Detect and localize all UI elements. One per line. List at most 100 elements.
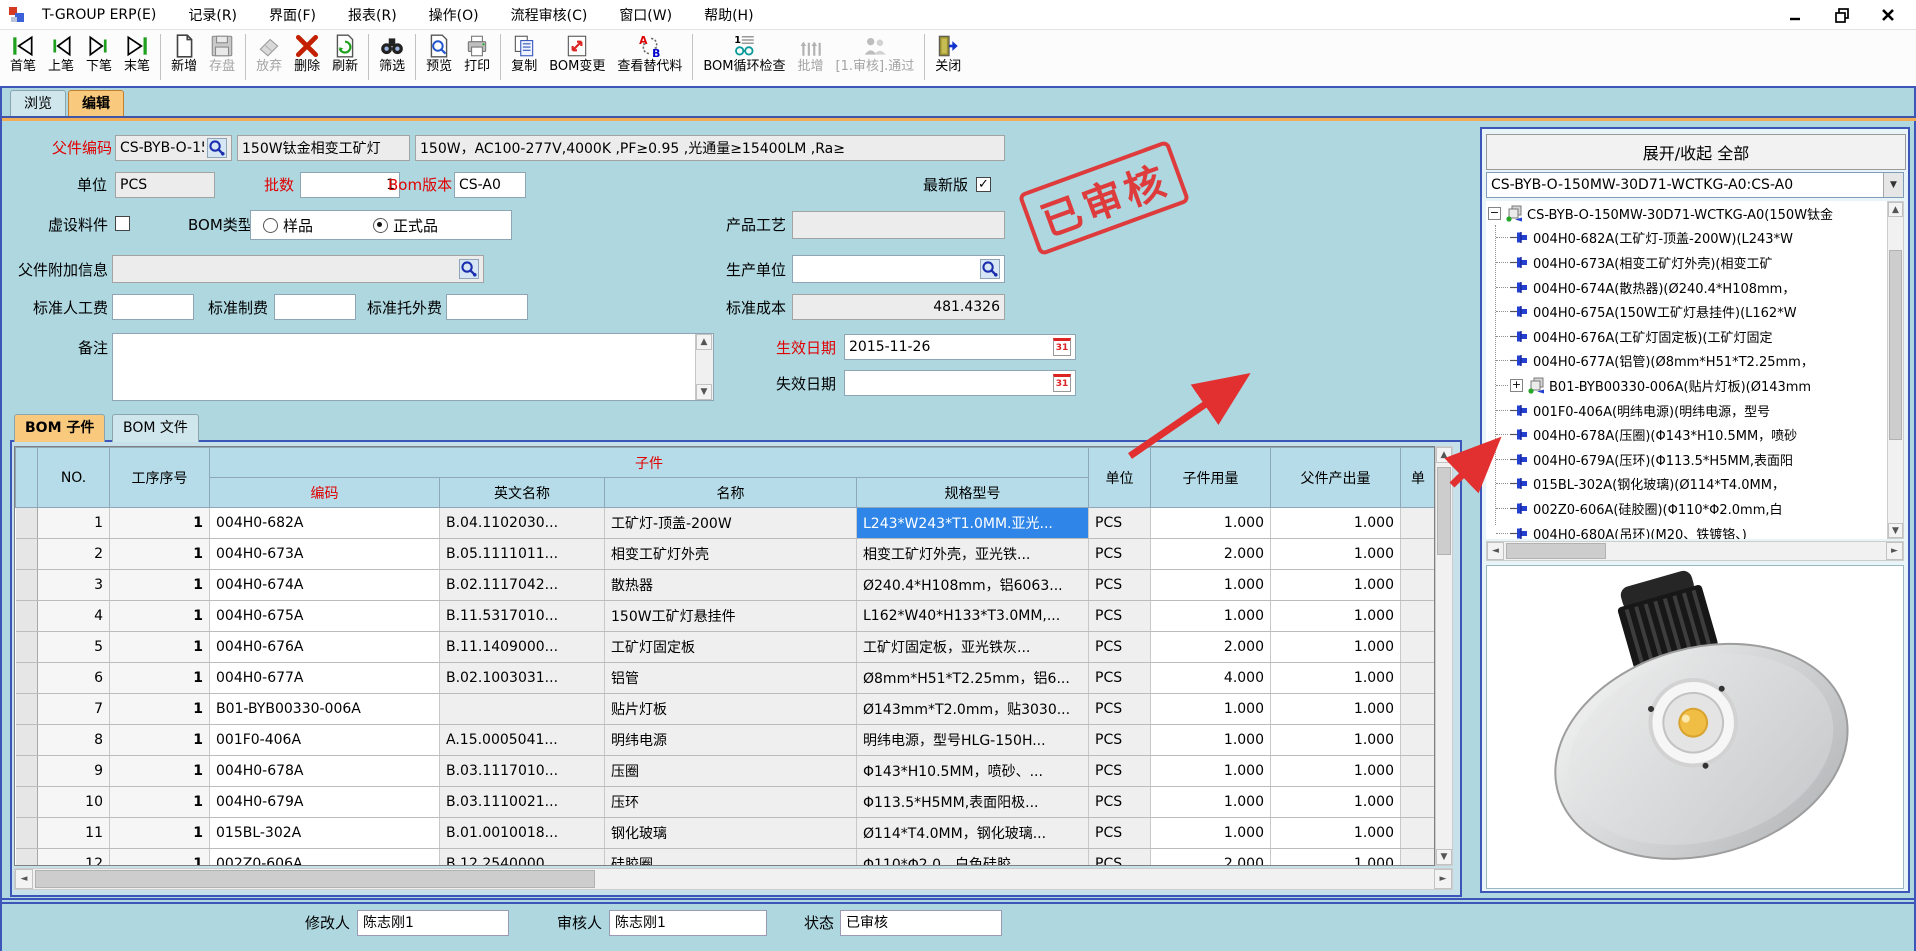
table-row[interactable]: 31004H0-674AB.02.1117042...散热器Ø240.4*H10…	[16, 570, 1436, 601]
table-cell[interactable]: 10	[38, 787, 110, 818]
tree-node[interactable]: −CS-BYB-O-150MW-30D71-WCTKG-A0(150W钛金	[1486, 201, 1886, 226]
tree-node[interactable]: 004H0-682A(工矿灯-顶盖-200W)(L243*W	[1486, 226, 1886, 251]
table-cell[interactable]: 004H0-676A	[210, 632, 440, 663]
table-cell[interactable]: 1	[110, 849, 210, 867]
search-icon[interactable]	[459, 259, 479, 279]
scroll-up-icon[interactable]: ▲	[1888, 202, 1903, 217]
table-cell[interactable]: 1	[110, 725, 210, 756]
table-cell[interactable]: 9	[38, 756, 110, 787]
table-cell[interactable]: 1	[110, 570, 210, 601]
scroll-right-icon[interactable]: ►	[1434, 869, 1452, 889]
table-cell[interactable]: 2.000	[1151, 539, 1271, 570]
restore-button[interactable]	[1834, 7, 1850, 23]
modifier-field[interactable]: 陈志刚1	[357, 910, 509, 936]
col-header-en-name[interactable]: 英文名称	[440, 478, 605, 508]
table-cell[interactable]: PCS	[1089, 508, 1151, 539]
table-row[interactable]: 51004H0-676AB.11.1409000...工矿灯固定板工矿灯固定板，…	[16, 632, 1436, 663]
batch-field[interactable]: 1	[300, 172, 400, 198]
table-cell[interactable]: 1.000	[1151, 787, 1271, 818]
table-cell[interactable]: 1.000	[1151, 694, 1271, 725]
remark-scrollbar[interactable]: ▲ ▼	[695, 334, 713, 400]
table-cell[interactable]: 5	[38, 632, 110, 663]
table-cell[interactable]: 004H0-682A	[210, 508, 440, 539]
table-row[interactable]: 111015BL-302AB.01.0010018...钢化玻璃Ø114*T4.…	[16, 818, 1436, 849]
col-header-parent-qty[interactable]: 父件产出量	[1271, 448, 1401, 508]
table-cell[interactable]: PCS	[1089, 725, 1151, 756]
scroll-right-icon[interactable]: ►	[1886, 542, 1903, 560]
table-cell[interactable]: 004H0-678A	[210, 756, 440, 787]
tree-node[interactable]: 004H0-674A(散热器)(Ø240.4*H108mm，	[1486, 275, 1886, 300]
table-cell[interactable]: 015BL-302A	[210, 818, 440, 849]
minimize-button[interactable]	[1788, 7, 1804, 23]
col-header-no[interactable]: NO.	[38, 448, 110, 508]
col-header-unit[interactable]: 单位	[1089, 448, 1151, 508]
parent-code-field[interactable]: CS-BYB-O-150MW-3	[115, 135, 232, 161]
table-cell[interactable]: 明纬电源，型号HLG-150H...	[857, 725, 1089, 756]
radio-sample[interactable]	[263, 218, 278, 233]
table-cell[interactable]: PCS	[1089, 787, 1151, 818]
table-cell[interactable]: 2	[38, 539, 110, 570]
table-cell[interactable]: 1.000	[1151, 756, 1271, 787]
table-cell[interactable]: B.02.1117042...	[440, 570, 605, 601]
table-cell[interactable]: B.12.2540000...	[440, 849, 605, 867]
tab-bom-files[interactable]: BOM 文件	[112, 414, 199, 442]
table-cell[interactable]	[16, 694, 38, 725]
tree-node[interactable]: 004H0-679A(压环)(Φ113.5*H5MM,表面阳	[1486, 447, 1886, 472]
table-cell[interactable]: 11	[38, 818, 110, 849]
table-cell[interactable]	[16, 663, 38, 694]
toolbar-button-BOM变更[interactable]: BOM变更	[543, 32, 611, 75]
tree-collapse-icon[interactable]: −	[1488, 207, 1501, 220]
col-header-partial[interactable]: 单	[1401, 448, 1436, 508]
table-vscrollbar[interactable]: ▲ ▼	[1435, 446, 1453, 866]
table-cell[interactable]: B.11.5317010...	[440, 601, 605, 632]
scroll-left-icon[interactable]: ◄	[1487, 542, 1504, 560]
toolbar-button-刷新[interactable]: 刷新	[326, 32, 364, 75]
table-cell[interactable]: L162*W40*H133*T3.0MM,...	[857, 601, 1089, 632]
col-header-name[interactable]: 名称	[605, 478, 857, 508]
table-cell[interactable]: 1	[110, 663, 210, 694]
table-cell[interactable]: 001F0-406A	[210, 725, 440, 756]
table-cell[interactable]: 002Z0-606A	[210, 849, 440, 867]
auditor-field[interactable]: 陈志刚1	[609, 910, 767, 936]
table-cell[interactable]	[16, 570, 38, 601]
table-cell[interactable]: B.01.0010018...	[440, 818, 605, 849]
toolbar-button-打印[interactable]: 打印	[458, 32, 496, 75]
table-cell[interactable]	[16, 818, 38, 849]
chevron-down-icon[interactable]: ▼	[1883, 173, 1903, 197]
table-row[interactable]: 11004H0-682AB.04.1102030...工矿灯-顶盖-200WL2…	[16, 508, 1436, 539]
table-cell[interactable]: 1	[110, 632, 210, 663]
table-cell[interactable]: PCS	[1089, 663, 1151, 694]
table-cell[interactable]: 004H0-675A	[210, 601, 440, 632]
table-cell[interactable]: 7	[38, 694, 110, 725]
tree-node[interactable]: 002Z0-606A(硅胶圈)(Φ110*Φ2.0mm,白	[1486, 496, 1886, 521]
prod-unit-field[interactable]	[792, 255, 1005, 283]
virtual-part-checkbox[interactable]	[115, 216, 130, 231]
tree-expand-icon[interactable]: +	[1510, 379, 1523, 392]
table-cell[interactable]	[1401, 787, 1436, 818]
table-cell[interactable]: 压圈	[605, 756, 857, 787]
toolbar-button-查看替代料[interactable]: AB查看替代料	[611, 32, 688, 75]
table-cell[interactable]: 1.000	[1271, 508, 1401, 539]
table-cell[interactable]: 8	[38, 725, 110, 756]
calendar-icon[interactable]: 31	[1053, 338, 1071, 356]
menu-item-3[interactable]: 界面(F)	[269, 5, 316, 25]
radio-formal[interactable]	[373, 218, 388, 233]
table-cell[interactable]: 1.000	[1271, 570, 1401, 601]
table-row[interactable]: 71B01-BYB00330-006A贴片灯板Ø143mm*T2.0mm，贴30…	[16, 694, 1436, 725]
table-cell[interactable]: 工矿灯-顶盖-200W	[605, 508, 857, 539]
col-header-qty[interactable]: 子件用量	[1151, 448, 1271, 508]
table-cell[interactable]: 1.000	[1271, 663, 1401, 694]
table-cell[interactable]: 相变工矿灯外壳	[605, 539, 857, 570]
table-cell[interactable]	[16, 539, 38, 570]
table-cell[interactable]: 1.000	[1271, 818, 1401, 849]
table-cell[interactable]: Ø8mm*H51*T2.25mm，铝6...	[857, 663, 1089, 694]
table-row[interactable]: 21004H0-673AB.05.1111011...相变工矿灯外壳相变工矿灯外…	[16, 539, 1436, 570]
table-cell[interactable]: Φ110*Φ2.0，白色硅胶...	[857, 849, 1089, 867]
table-cell[interactable]	[1401, 818, 1436, 849]
menu-item-6[interactable]: 流程审核(C)	[511, 5, 588, 25]
table-row[interactable]: 61004H0-677AB.02.1003031...铝管Ø8mm*H51*T2…	[16, 663, 1436, 694]
table-row[interactable]: 81001F0-406AA.15.0005041...明纬电源明纬电源，型号HL…	[16, 725, 1436, 756]
table-cell[interactable]: Ø143mm*T2.0mm，贴3030...	[857, 694, 1089, 725]
table-cell[interactable]: 1.000	[1271, 849, 1401, 867]
tree-hscrollbar[interactable]: ◄ ►	[1486, 541, 1904, 561]
